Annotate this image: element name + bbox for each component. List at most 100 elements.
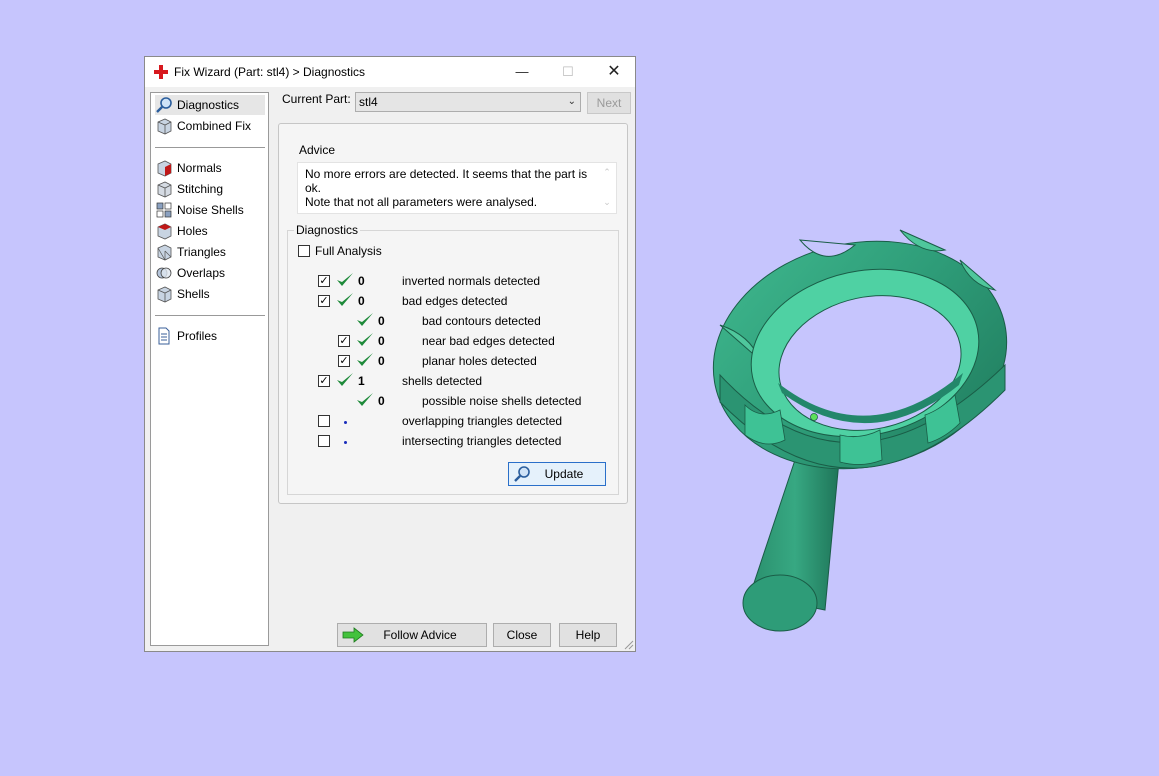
row-checkbox[interactable]: ✓ <box>318 295 330 307</box>
row-label: planar holes detected <box>422 354 537 368</box>
row-label: bad contours detected <box>422 314 541 328</box>
cube-icon <box>157 118 172 135</box>
green-check-icon <box>337 373 353 386</box>
green-check-icon <box>357 313 373 326</box>
current-part-label: Current Part: <box>282 92 351 106</box>
title-bar[interactable]: Fix Wizard (Part: stl4) > Diagnostics — … <box>145 57 635 87</box>
next-button[interactable]: Next <box>587 92 631 114</box>
nav-item-diagnostics[interactable]: Diagnostics <box>155 95 265 115</box>
nav-label: Shells <box>177 287 210 301</box>
row-label: intersecting triangles detected <box>402 434 562 448</box>
scroll-up-icon: ⌃ <box>603 167 611 177</box>
nav-label: Combined Fix <box>177 119 252 133</box>
row-label: overlapping triangles detected <box>402 414 563 428</box>
nav-item-stitching[interactable]: Stitching <box>155 179 265 199</box>
nav-item-triangles[interactable]: Triangles <box>155 242 265 262</box>
row-label: inverted normals detected <box>402 274 541 288</box>
row-checkbox[interactable] <box>318 415 330 427</box>
advice-scrollbar[interactable]: ⌃ ⌄ <box>600 165 614 211</box>
holes-cube-icon <box>157 223 172 240</box>
current-part-value: stl4 <box>359 95 378 109</box>
green-check-icon <box>357 393 373 406</box>
nav-item-noise-shells[interactable]: Noise Shells <box>155 200 265 220</box>
nav-label: Triangles <box>177 245 226 259</box>
scroll-down-icon: ⌄ <box>603 197 611 207</box>
normals-cube-icon <box>157 160 172 177</box>
stitching-cube-icon <box>157 181 172 198</box>
diagnostics-group: Diagnostics Full Analysis ✓ 0 inverted n… <box>287 223 619 495</box>
update-label: Update <box>544 467 584 481</box>
window-title: Fix Wizard (Part: stl4) > Diagnostics <box>174 65 366 79</box>
nav-item-holes[interactable]: Holes <box>155 221 265 241</box>
follow-advice-label: Follow Advice <box>383 628 457 642</box>
current-part-select[interactable]: stl4 ⌄ <box>355 92 581 112</box>
row-count: 0 <box>378 334 385 348</box>
nav-label: Normals <box>177 161 222 175</box>
nav-label: Holes <box>177 224 208 238</box>
nav-label: Stitching <box>177 182 224 196</box>
help-button[interactable]: Help <box>559 623 617 647</box>
fix-wizard-window: Fix Wizard (Part: stl4) > Diagnostics — … <box>144 56 636 652</box>
nav-divider <box>155 147 265 148</box>
resize-grip-icon[interactable] <box>624 640 634 650</box>
row-label: possible noise shells detected <box>422 394 582 408</box>
fix-steps-list: Diagnostics Combined Fix Normals Stitchi… <box>150 92 269 646</box>
close-button[interactable]: Close <box>493 623 551 647</box>
chevron-down-icon: ⌄ <box>567 96 576 107</box>
magnifier-icon <box>156 97 172 113</box>
overlaps-icon <box>156 267 172 279</box>
nav-item-profiles[interactable]: Profiles <box>155 326 265 346</box>
row-label: shells detected <box>402 374 483 388</box>
row-count: 0 <box>358 294 365 308</box>
row-checkbox[interactable] <box>318 435 330 447</box>
advice-group: Advice No more errors are detected. It s… <box>287 143 619 218</box>
red-cross-icon <box>154 65 168 79</box>
row-checkbox[interactable]: ✓ <box>338 355 350 367</box>
nav-item-combined-fix[interactable]: Combined Fix <box>155 116 265 136</box>
nav-divider <box>155 315 265 316</box>
advice-textbox[interactable]: No more errors are detected. It seems th… <box>297 162 617 214</box>
noise-shells-icon <box>156 202 172 218</box>
row-checkbox[interactable]: ✓ <box>318 275 330 287</box>
row-count: 0 <box>378 314 385 328</box>
row-count: 0 <box>378 354 385 368</box>
nav-item-shells[interactable]: Shells <box>155 284 265 304</box>
green-check-icon <box>337 273 353 286</box>
document-icon <box>158 327 170 345</box>
not-run-dot-icon <box>344 421 347 424</box>
advice-title: Advice <box>299 143 336 157</box>
row-count: 0 <box>378 394 385 408</box>
green-check-icon <box>337 293 353 306</box>
row-label: near bad edges detected <box>422 334 555 348</box>
advice-text-line1: No more errors are detected. It seems th… <box>305 167 588 195</box>
diagnostics-title: Diagnostics <box>294 223 361 237</box>
minimize-button[interactable]: — <box>499 57 545 87</box>
nav-label: Profiles <box>177 329 218 343</box>
row-count: 1 <box>358 374 365 388</box>
part-3d-model[interactable] <box>700 215 1020 645</box>
full-analysis-label: Full Analysis <box>315 244 382 258</box>
maximize-button[interactable]: ☐ <box>545 57 591 87</box>
row-label: bad edges detected <box>402 294 508 308</box>
row-checkbox[interactable]: ✓ <box>318 375 330 387</box>
green-arrow-icon <box>342 627 364 643</box>
row-count: 0 <box>358 274 365 288</box>
row-checkbox[interactable]: ✓ <box>338 335 350 347</box>
green-check-icon <box>357 353 373 366</box>
full-analysis-checkbox[interactable] <box>298 245 310 257</box>
magnifier-icon <box>514 466 530 482</box>
green-check-icon <box>357 333 373 346</box>
nav-label: Diagnostics <box>177 98 240 112</box>
advice-text-line2: Note that not all parameters were analys… <box>305 195 538 209</box>
nav-item-normals[interactable]: Normals <box>155 158 265 178</box>
nav-item-overlaps[interactable]: Overlaps <box>155 263 265 283</box>
nav-label: Noise Shells <box>177 203 244 217</box>
diagnostics-panel: Advice No more errors are detected. It s… <box>278 123 628 504</box>
triangles-cube-icon <box>157 244 172 261</box>
follow-advice-button[interactable]: Follow Advice <box>337 623 487 647</box>
nav-label: Overlaps <box>177 266 226 280</box>
shells-cube-icon <box>157 286 172 303</box>
not-run-dot-icon <box>344 441 347 444</box>
update-button[interactable]: Update <box>508 462 606 486</box>
close-window-button[interactable]: ✕ <box>591 57 637 87</box>
